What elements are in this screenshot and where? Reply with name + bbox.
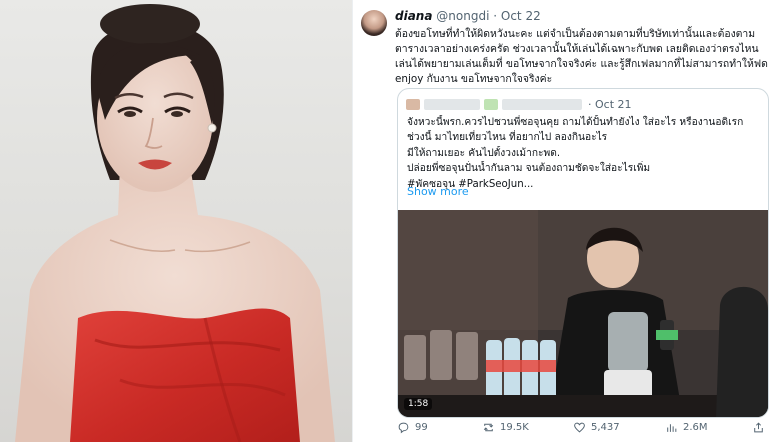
separator-dot: · (493, 9, 498, 23)
separator-dot: · (588, 97, 592, 111)
share-button[interactable] (752, 421, 765, 434)
tweet-date[interactable]: Oct 22 (501, 9, 541, 23)
handle[interactable]: @nongdi (436, 9, 489, 23)
quoted-tweet[interactable]: · Oct 21 จังหวะนี้พรก.ควรไปชวนพี่ซอจุนคุ… (397, 88, 769, 418)
reply-count: 99 (415, 422, 428, 433)
share-icon (754, 422, 763, 433)
tweet-card: diana @nongdi · Oct 22 ต้องขอโทษที่ทำให้… (352, 0, 777, 442)
quoted-line: ปล่อยพี่ซอจุนปั่นน้ำกันลาม จนต้องถามชัดจ… (407, 163, 651, 175)
quoted-tweet-header: · Oct 21 (406, 97, 632, 111)
profile-photo (0, 0, 352, 442)
tweet-actions: 99 19.5K 5,437 2.6M (397, 421, 769, 437)
video-player[interactable]: 1:58 (398, 210, 768, 417)
show-more-link[interactable]: Show more (407, 185, 469, 198)
tweet-text: ต้องขอโทษที่ทำให้ผิดหวังนะคะ แต่จำเป็นต้… (395, 28, 768, 85)
video-duration: 1:58 (404, 398, 433, 410)
quoted-line: ช่วงนี้ มาไทยเที่ยวไหน ที่อยากไป ลองกินอ… (407, 132, 608, 144)
quoted-line: จังหวะนี้พรก.ควรไปชวนพี่ซอจุนคุย ถามได้ป… (407, 117, 744, 128)
video-thumbnail (398, 210, 768, 417)
quoted-date[interactable]: · Oct 21 (588, 98, 632, 111)
views-button[interactable]: 2.6M (665, 421, 708, 434)
quoted-line: มีให้ถามเยอะ คันไปตั้งวงเม้ากะพด. (407, 147, 561, 159)
red-dress-shape (70, 308, 300, 442)
blurred-name (424, 98, 480, 110)
like-icon (574, 422, 585, 433)
blurred-handle (484, 98, 498, 110)
reply-icon (398, 422, 409, 434)
retweet-count: 19.5K (500, 422, 529, 433)
quoted-date-text: Oct 21 (595, 97, 632, 111)
display-name[interactable]: diana (395, 9, 432, 23)
views-count: 2.6M (683, 422, 708, 433)
retweet-button[interactable]: 19.5K (482, 421, 529, 434)
quoted-tweet-text: จังหวะนี้พรก.ควรไปชวนพี่ซอจุนคุย ถามได้ป… (407, 115, 763, 192)
avatar[interactable] (361, 10, 387, 36)
tweet-header: diana @nongdi · Oct 22 (395, 9, 541, 23)
blurred-handle (502, 98, 582, 110)
woman-portrait-image (15, 4, 335, 442)
views-icon (667, 424, 677, 432)
like-button[interactable]: 5,437 (573, 421, 620, 434)
reply-button[interactable]: 99 (397, 421, 428, 434)
retweet-icon (483, 423, 494, 432)
blurred-avatar (406, 98, 420, 110)
like-count: 5,437 (591, 422, 620, 433)
